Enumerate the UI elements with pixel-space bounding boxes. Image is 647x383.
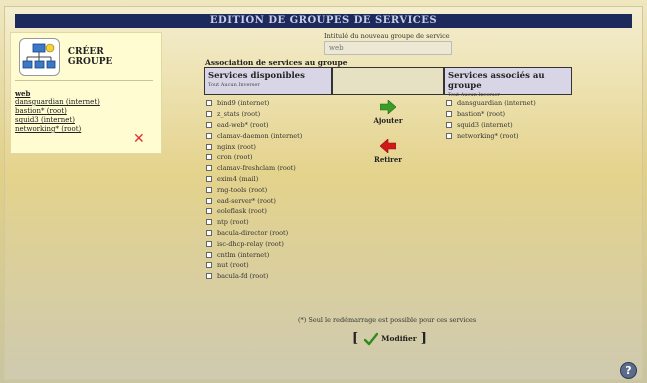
- group-link-web[interactable]: web: [15, 89, 100, 98]
- remove-button[interactable]: Retirer: [332, 138, 444, 164]
- list-item[interactable]: eoleflask (root): [204, 206, 332, 217]
- group-item[interactable]: networking* (root): [15, 125, 100, 134]
- group-name-input[interactable]: [324, 41, 452, 55]
- add-label: Ajouter: [373, 116, 403, 125]
- list-item[interactable]: isc-dhcp-relay (root): [204, 238, 332, 249]
- create-group-label: CRÉER GROUPE: [67, 47, 113, 67]
- list-item[interactable]: z_stats (root): [204, 109, 332, 120]
- right-bracket: ]: [420, 331, 427, 346]
- checkbox[interactable]: [206, 100, 212, 107]
- network-group-icon: [19, 38, 60, 76]
- add-button[interactable]: Ajouter: [332, 99, 444, 125]
- service-association-table: Services disponibles Tout Aucun Inverser…: [204, 67, 572, 317]
- arrow-right-icon: [379, 99, 397, 115]
- modify-button[interactable]: [ Modifier ]: [352, 331, 427, 346]
- actions-column: Ajouter Retirer: [332, 95, 444, 317]
- checkbox[interactable]: [206, 229, 212, 236]
- checkbox[interactable]: [206, 251, 212, 258]
- group-panel: CRÉER GROUPE web dansguardian (internet)…: [10, 32, 162, 154]
- associated-services-header: Services associés au groupe Tout Aucun I…: [444, 67, 572, 98]
- divider: [15, 80, 153, 81]
- checkbox[interactable]: [206, 121, 212, 128]
- group-name-label: Intitulé du nouveau groupe de service: [324, 32, 450, 40]
- checkbox[interactable]: [206, 208, 212, 215]
- checkbox[interactable]: [206, 165, 212, 172]
- list-item[interactable]: ead-server* (root): [204, 195, 332, 206]
- list-item[interactable]: bacula-director (root): [204, 228, 332, 239]
- checkbox[interactable]: [206, 175, 212, 182]
- available-services-title: Services disponibles: [208, 71, 305, 81]
- left-bracket: [: [352, 331, 359, 346]
- list-item[interactable]: exim4 (mail): [204, 174, 332, 185]
- remove-label: Retirer: [374, 155, 402, 164]
- list-item[interactable]: bastion* (root): [444, 109, 572, 120]
- restart-footnote: (*) Seul le redémarrage est possible pou…: [298, 316, 477, 324]
- checkbox[interactable]: [206, 132, 212, 139]
- actions-header: [332, 67, 444, 95]
- selection-links[interactable]: Tout Aucun Inverser: [208, 82, 328, 88]
- checkbox[interactable]: [206, 273, 212, 280]
- list-item[interactable]: bacula-fd (root): [204, 271, 332, 282]
- checkbox[interactable]: [206, 111, 212, 118]
- associated-services-list: dansguardian (internet) bastion* (root) …: [444, 95, 572, 317]
- list-item[interactable]: ntp (root): [204, 217, 332, 228]
- associated-services-title: Services associés au groupe: [448, 71, 545, 91]
- list-item[interactable]: cntlm (internet): [204, 249, 332, 260]
- checkbox[interactable]: [446, 132, 452, 139]
- group-list: web dansguardian (internet) bastion* (ro…: [15, 89, 100, 134]
- list-item[interactable]: bind9 (internet): [204, 98, 332, 109]
- checkbox[interactable]: [206, 219, 212, 226]
- help-icon[interactable]: ?: [620, 362, 637, 379]
- list-item[interactable]: ead-web* (root): [204, 120, 332, 131]
- association-title: Association de services au groupe: [205, 58, 348, 67]
- checkbox[interactable]: [206, 197, 212, 204]
- list-item[interactable]: cron (root): [204, 152, 332, 163]
- available-services-header: Services disponibles Tout Aucun Inverser: [204, 67, 332, 95]
- checkbox[interactable]: [206, 240, 212, 247]
- list-item[interactable]: networking* (root): [444, 130, 572, 141]
- available-services-list: bind9 (internet) z_stats (root) ead-web*…: [204, 95, 332, 317]
- list-item[interactable]: rng-tools (root): [204, 184, 332, 195]
- checkbox[interactable]: [446, 111, 452, 118]
- checkbox[interactable]: [206, 262, 212, 269]
- checkbox[interactable]: [446, 100, 452, 107]
- checkbox[interactable]: [206, 143, 212, 150]
- arrow-left-icon: [379, 138, 397, 154]
- modify-label: Modifier: [381, 334, 417, 343]
- list-item[interactable]: nut (root): [204, 260, 332, 271]
- list-item[interactable]: clamav-daemon (internet): [204, 130, 332, 141]
- checkbox[interactable]: [206, 154, 212, 161]
- list-item[interactable]: dansguardian (internet): [444, 98, 572, 109]
- group-item[interactable]: squid3 (internet): [15, 116, 100, 125]
- list-item[interactable]: nginx (root): [204, 141, 332, 152]
- group-item[interactable]: bastion* (root): [15, 107, 100, 116]
- list-item[interactable]: squid3 (internet): [444, 120, 572, 131]
- checkbox[interactable]: [206, 186, 212, 193]
- page-title: EDITION DE GROUPES DE SERVICES: [15, 14, 632, 28]
- list-item[interactable]: clamav-freshclam (root): [204, 163, 332, 174]
- group-item[interactable]: dansguardian (internet): [15, 98, 100, 107]
- checkbox[interactable]: [446, 121, 452, 128]
- checkmark-icon: [364, 332, 379, 345]
- close-icon[interactable]: ✕: [133, 131, 145, 147]
- create-group-button[interactable]: CRÉER GROUPE: [19, 38, 149, 76]
